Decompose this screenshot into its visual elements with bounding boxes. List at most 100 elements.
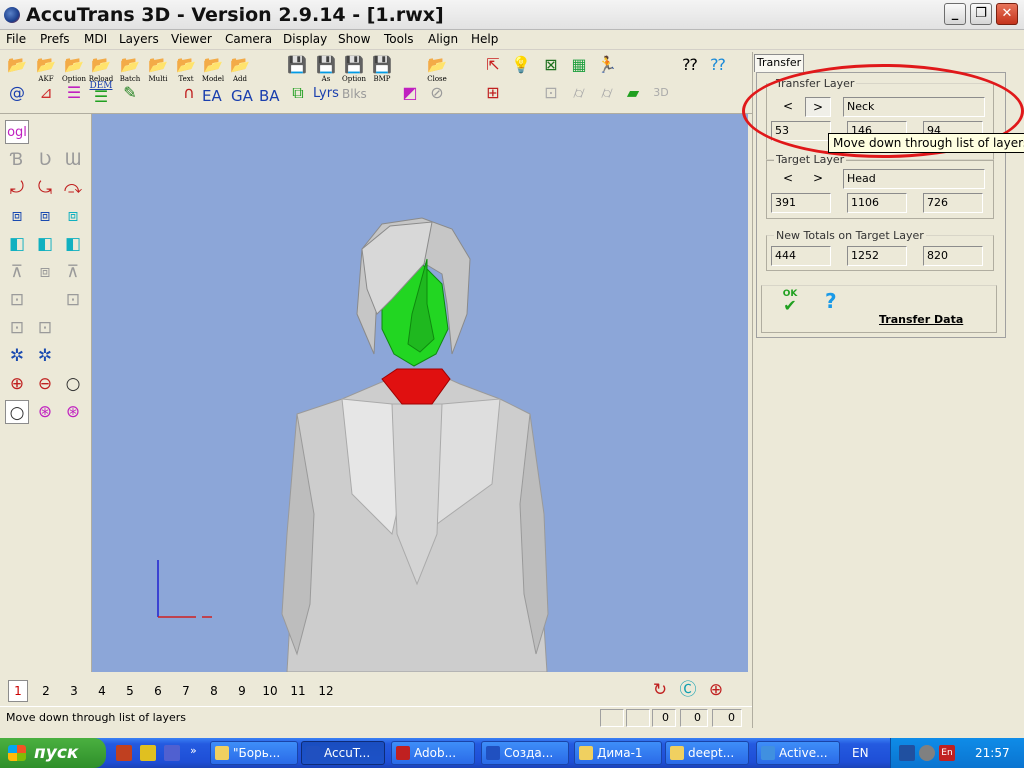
target-next-button[interactable]: > — [805, 169, 831, 189]
quicklaunch-icon-1[interactable] — [116, 745, 132, 761]
grid-split-button[interactable]: ⊞ — [480, 84, 506, 102]
center-c-button[interactable]: ⊕ — [704, 678, 728, 702]
menu-layers[interactable]: Layers — [119, 32, 159, 46]
cube-tool-4[interactable]: ◧ — [5, 232, 29, 256]
zoom-extents-button[interactable]: ⊛ — [33, 400, 57, 424]
task-item-1[interactable]: "Борь... — [210, 741, 298, 765]
disabled-v-button[interactable]: Ʋ — [33, 148, 57, 172]
layer-tab-8[interactable]: 8 — [204, 684, 224, 698]
zoom-button[interactable]: ○ — [61, 372, 85, 396]
option-button[interactable]: 📂 Option — [61, 56, 87, 84]
animate-figure-button[interactable]: 🏃 — [594, 56, 620, 74]
menu-tools[interactable]: Tools — [384, 32, 414, 46]
disabled-tool-2[interactable]: ⌭ — [566, 84, 592, 102]
ea-button[interactable]: EA — [202, 87, 222, 105]
bounding-box-button[interactable]: ⊠ — [538, 56, 564, 74]
center-z-button[interactable]: ✲ — [33, 344, 57, 368]
menu-help[interactable]: Help — [471, 32, 498, 46]
terrain-3d-button[interactable]: 3D — [648, 84, 674, 102]
plane-button[interactable]: ▰ — [620, 84, 646, 102]
layer-tab-1[interactable]: 1 — [8, 680, 28, 702]
menu-align[interactable]: Align — [428, 32, 458, 46]
layer-tab-2[interactable]: 2 — [36, 684, 56, 698]
c-layer-button[interactable]: Ⓒ — [676, 678, 700, 702]
task-item-4[interactable]: Созда... — [481, 741, 569, 765]
zoom-in-button[interactable]: ⊕ — [5, 372, 29, 396]
zoom-window-button[interactable]: ○ — [5, 400, 29, 424]
bmp-button[interactable]: 💾 BMP — [369, 56, 395, 84]
task-item-3[interactable]: Adob... — [391, 741, 475, 765]
add-button[interactable]: 📂 Add — [227, 56, 253, 84]
pencil-button[interactable]: ✎ — [117, 84, 143, 102]
close-file-button[interactable]: 📂 Close — [424, 56, 450, 84]
center-x-button[interactable]: ✲ — [5, 344, 29, 368]
quicklaunch-icon-3[interactable] — [164, 745, 180, 761]
zoom-out-button[interactable]: ⊖ — [33, 372, 57, 396]
color-grid-button[interactable]: ▦ — [566, 56, 592, 74]
disabled-no-button[interactable]: ⊘ — [424, 84, 450, 102]
tab-transfer[interactable]: Transfer — [754, 54, 804, 72]
help-button[interactable]: ? — [825, 289, 837, 313]
layer-tab-3[interactable]: 3 — [64, 684, 84, 698]
light-button[interactable]: 💡 — [508, 56, 534, 74]
save-option-button[interactable]: 💾 Option — [341, 56, 367, 84]
tray-lang-icon[interactable]: En — [939, 745, 955, 761]
open-folder-button[interactable]: 📂 — [4, 56, 30, 74]
close-button[interactable]: ✕ — [996, 3, 1018, 25]
menu-file[interactable]: File — [6, 32, 26, 46]
transform-arrows-button[interactable]: ⇱ — [480, 56, 506, 74]
zoom-all-button[interactable]: ⊛ — [61, 400, 85, 424]
layer-tab-4[interactable]: 4 — [92, 684, 112, 698]
disabled-tool-3[interactable]: ⌭ — [594, 84, 620, 102]
model-button[interactable]: 📂 Model — [200, 56, 226, 84]
ba-button[interactable]: BA — [259, 87, 280, 105]
quicklaunch-more-icon[interactable]: » — [190, 744, 197, 757]
quicklaunch-icon-2[interactable] — [140, 745, 156, 761]
ok-button[interactable]: OK ✔ — [777, 289, 803, 314]
task-item-7[interactable]: Active... — [756, 741, 840, 765]
disabled-w-button[interactable]: Ɯ — [61, 148, 85, 172]
tray-icon-2[interactable] — [919, 745, 935, 761]
minimize-button[interactable]: _ — [944, 3, 966, 25]
transfer-data-button[interactable]: Transfer Data — [879, 313, 963, 326]
material-button[interactable]: ∩ — [176, 84, 202, 102]
layer-tab-6[interactable]: 6 — [148, 684, 168, 698]
disabled-tool-e[interactable]: ⊡ — [61, 288, 85, 312]
batch-button[interactable]: 📂 Batch — [117, 56, 143, 84]
disabled-tool-g[interactable]: ⊡ — [33, 316, 57, 340]
title-bar[interactable]: AccuTrans 3D - Version 2.9.14 - [1.rwx] … — [0, 0, 1024, 30]
context-help-button[interactable]: ⁇ — [705, 56, 731, 74]
axis-button[interactable]: ⊿ — [33, 84, 59, 102]
reload-button[interactable]: 📂 Reload — [88, 56, 114, 84]
maximize-button[interactable]: ❐ — [970, 3, 992, 25]
disabled-tool-b[interactable]: ⧈ — [33, 260, 57, 284]
cube-tool-5[interactable]: ◧ — [33, 232, 57, 256]
refresh-c-button[interactable]: ↻ — [648, 678, 672, 702]
3d-viewport[interactable] — [92, 114, 748, 672]
cube-tool-3[interactable]: ⧈ — [61, 204, 85, 228]
disabled-tool-a[interactable]: ⊼ — [5, 260, 29, 284]
language-indicator[interactable]: EN — [852, 746, 869, 760]
ogl-button[interactable]: ogl — [5, 120, 29, 144]
disabled-tool-f[interactable]: ⊡ — [5, 316, 29, 340]
menu-prefs[interactable]: Prefs — [40, 32, 70, 46]
layer-tab-11[interactable]: 11 — [288, 684, 308, 698]
cube-tool-6[interactable]: ◧ — [61, 232, 85, 256]
disabled-b-button[interactable]: Ɓ — [5, 148, 29, 172]
disabled-tool-c[interactable]: ⊼ — [61, 260, 85, 284]
layer-tab-9[interactable]: 9 — [232, 684, 252, 698]
layer-tab-10[interactable]: 10 — [260, 684, 280, 698]
rotate-x-button[interactable]: ⤾ — [5, 176, 29, 200]
save-as-button[interactable]: 💾 As — [313, 56, 339, 84]
menu-viewer[interactable]: Viewer — [171, 32, 212, 46]
layer-tab-7[interactable]: 7 — [176, 684, 196, 698]
layer-tab-12[interactable]: 12 — [316, 684, 336, 698]
menu-camera[interactable]: Camera — [225, 32, 272, 46]
target-prev-button[interactable]: < — [775, 169, 801, 189]
disabled-tool-1[interactable]: ⊡ — [538, 84, 564, 102]
menu-display[interactable]: Display — [283, 32, 327, 46]
task-item-2[interactable]: AccuT... — [301, 741, 385, 765]
disabled-tool-d[interactable]: ⊡ — [5, 288, 29, 312]
ga-button[interactable]: GA — [231, 87, 253, 105]
lines-button[interactable]: ☰ — [61, 84, 87, 102]
